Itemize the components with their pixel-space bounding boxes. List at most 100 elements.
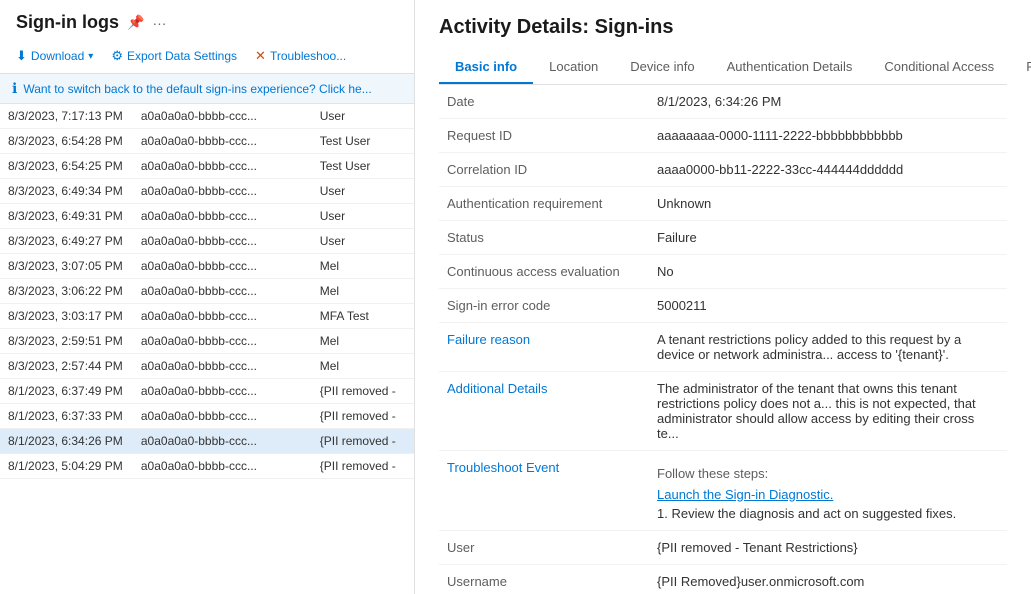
dropdown-arrow-icon: ▾ xyxy=(88,51,93,62)
log-date: 8/1/2023, 6:37:49 PM xyxy=(0,379,133,404)
detail-value: Failure xyxy=(649,221,1007,255)
table-row[interactable]: 8/3/2023, 6:54:28 PM a0a0a0a0-bbbb-ccc..… xyxy=(0,129,414,154)
table-row[interactable]: 8/3/2023, 3:07:05 PM a0a0a0a0-bbbb-ccc..… xyxy=(0,254,414,279)
right-header: Activity Details: Sign-ins Basic infoLoc… xyxy=(415,0,1031,85)
log-date: 8/3/2023, 6:49:27 PM xyxy=(0,229,133,254)
detail-row: Troubleshoot Event Follow these steps: L… xyxy=(439,451,1007,531)
log-user: Test User xyxy=(312,129,414,154)
log-date: 8/1/2023, 6:37:33 PM xyxy=(0,404,133,429)
detail-value: Unknown xyxy=(649,187,1007,221)
detail-row: Continuous access evaluation No xyxy=(439,255,1007,289)
log-date: 8/3/2023, 6:49:31 PM xyxy=(0,204,133,229)
log-id: a0a0a0a0-bbbb-ccc... xyxy=(133,254,312,279)
log-user: User xyxy=(312,204,414,229)
table-row[interactable]: 8/3/2023, 3:03:17 PM a0a0a0a0-bbbb-ccc..… xyxy=(0,304,414,329)
log-date: 8/3/2023, 2:59:51 PM xyxy=(0,329,133,354)
log-id: a0a0a0a0-bbbb-ccc... xyxy=(133,404,312,429)
troubleshoot-button[interactable]: ✕ Troubleshoo... xyxy=(247,43,354,69)
log-id: a0a0a0a0-bbbb-ccc... xyxy=(133,279,312,304)
log-date: 8/3/2023, 6:54:28 PM xyxy=(0,129,133,154)
detail-label: Continuous access evaluation xyxy=(439,255,649,289)
table-row[interactable]: 8/3/2023, 6:54:25 PM a0a0a0a0-bbbb-ccc..… xyxy=(0,154,414,179)
detail-row: User {PII removed - Tenant Restrictions} xyxy=(439,531,1007,565)
launch-diagnostic-link[interactable]: Launch the Sign-in Diagnostic. xyxy=(657,487,999,502)
log-id: a0a0a0a0-bbbb-ccc... xyxy=(133,179,312,204)
log-id: a0a0a0a0-bbbb-ccc... xyxy=(133,229,312,254)
detail-label: Request ID xyxy=(439,119,649,153)
table-row[interactable]: 8/3/2023, 3:06:22 PM a0a0a0a0-bbbb-ccc..… xyxy=(0,279,414,304)
log-list-container: 8/3/2023, 7:17:13 PM a0a0a0a0-bbbb-ccc..… xyxy=(0,104,414,594)
download-button[interactable]: ⬇ Download ▾ xyxy=(8,43,101,69)
left-panel: Sign-in logs 📌 ··· ⬇ Download ▾ ⚙ Export… xyxy=(0,0,415,594)
log-date: 8/3/2023, 3:03:17 PM xyxy=(0,304,133,329)
tab-report-only[interactable]: Report-only xyxy=(1010,51,1031,84)
tab-conditional-access[interactable]: Conditional Access xyxy=(868,51,1010,84)
detail-value: No xyxy=(649,255,1007,289)
tab-location[interactable]: Location xyxy=(533,51,614,84)
log-id: a0a0a0a0-bbbb-ccc... xyxy=(133,354,312,379)
log-id: a0a0a0a0-bbbb-ccc... xyxy=(133,204,312,229)
table-row[interactable]: 8/3/2023, 6:49:27 PM a0a0a0a0-bbbb-ccc..… xyxy=(0,229,414,254)
log-id: a0a0a0a0-bbbb-ccc... xyxy=(133,429,312,454)
log-user: {PII removed - xyxy=(312,429,414,454)
log-id: a0a0a0a0-bbbb-ccc... xyxy=(133,129,312,154)
export-data-settings-button[interactable]: ⚙ Export Data Settings xyxy=(103,43,245,69)
table-row[interactable]: 8/1/2023, 6:37:49 PM a0a0a0a0-bbbb-ccc..… xyxy=(0,379,414,404)
log-id: a0a0a0a0-bbbb-ccc... xyxy=(133,454,312,479)
log-user: Mel xyxy=(312,329,414,354)
detail-row: Sign-in error code 5000211 xyxy=(439,289,1007,323)
log-date: 8/3/2023, 7:17:13 PM xyxy=(0,104,133,129)
log-table: 8/3/2023, 7:17:13 PM a0a0a0a0-bbbb-ccc..… xyxy=(0,104,414,479)
detail-label: Authentication requirement xyxy=(439,187,649,221)
table-row[interactable]: 8/1/2023, 6:37:33 PM a0a0a0a0-bbbb-ccc..… xyxy=(0,404,414,429)
page-title: Sign-in logs xyxy=(16,12,119,33)
tab-device-info[interactable]: Device info xyxy=(614,51,710,84)
detail-label: Correlation ID xyxy=(439,153,649,187)
log-id: a0a0a0a0-bbbb-ccc... xyxy=(133,104,312,129)
table-row[interactable]: 8/3/2023, 6:49:31 PM a0a0a0a0-bbbb-ccc..… xyxy=(0,204,414,229)
log-id: a0a0a0a0-bbbb-ccc... xyxy=(133,329,312,354)
detail-label: User xyxy=(439,531,649,565)
download-icon: ⬇ xyxy=(16,48,27,64)
tab-basic-info[interactable]: Basic info xyxy=(439,51,533,84)
detail-value: {PII Removed}user.onmicrosoft.com xyxy=(649,565,1007,594)
info-icon: ℹ xyxy=(12,80,17,97)
detail-row: Authentication requirement Unknown xyxy=(439,187,1007,221)
tab-authentication-details[interactable]: Authentication Details xyxy=(711,51,869,84)
detail-content: Date 8/1/2023, 6:34:26 PM Request ID aaa… xyxy=(415,85,1031,594)
detail-row: Status Failure xyxy=(439,221,1007,255)
detail-label: Status xyxy=(439,221,649,255)
detail-value: 8/1/2023, 6:34:26 PM xyxy=(649,85,1007,119)
table-row[interactable]: 8/3/2023, 6:49:34 PM a0a0a0a0-bbbb-ccc..… xyxy=(0,179,414,204)
log-user: Mel xyxy=(312,279,414,304)
log-id: a0a0a0a0-bbbb-ccc... xyxy=(133,379,312,404)
detail-row: Correlation ID aaaa0000-bb11-2222-33cc-4… xyxy=(439,153,1007,187)
troubleshoot-icon: ✕ xyxy=(255,48,266,64)
table-row[interactable]: 8/3/2023, 2:57:44 PM a0a0a0a0-bbbb-ccc..… xyxy=(0,354,414,379)
detail-row: Date 8/1/2023, 6:34:26 PM xyxy=(439,85,1007,119)
table-row[interactable]: 8/1/2023, 5:04:29 PM a0a0a0a0-bbbb-ccc..… xyxy=(0,454,414,479)
log-user: MFA Test xyxy=(312,304,414,329)
log-date: 8/3/2023, 6:49:34 PM xyxy=(0,179,133,204)
log-id: a0a0a0a0-bbbb-ccc... xyxy=(133,154,312,179)
detail-row: Username {PII Removed}user.onmicrosoft.c… xyxy=(439,565,1007,594)
pin-icon[interactable]: 📌 xyxy=(127,14,144,31)
detail-value: Follow these steps: Launch the Sign-in D… xyxy=(649,451,1007,531)
export-icon: ⚙ xyxy=(111,48,123,64)
log-id: a0a0a0a0-bbbb-ccc... xyxy=(133,304,312,329)
detail-value: A tenant restrictions policy added to th… xyxy=(649,323,1007,372)
log-date: 8/3/2023, 3:07:05 PM xyxy=(0,254,133,279)
log-date: 8/3/2023, 3:06:22 PM xyxy=(0,279,133,304)
log-date: 8/3/2023, 6:54:25 PM xyxy=(0,154,133,179)
detail-label: Date xyxy=(439,85,649,119)
detail-row: Failure reason A tenant restrictions pol… xyxy=(439,323,1007,372)
table-row[interactable]: 8/1/2023, 6:34:26 PM a0a0a0a0-bbbb-ccc..… xyxy=(0,429,414,454)
follow-steps-label: Follow these steps: xyxy=(657,466,999,481)
detail-value: aaaaaaaa-0000-1111-2222-bbbbbbbbbbbb xyxy=(649,119,1007,153)
detail-value: The administrator of the tenant that own… xyxy=(649,372,1007,451)
tabs: Basic infoLocationDevice infoAuthenticat… xyxy=(439,51,1007,85)
log-user: {PII removed - xyxy=(312,379,414,404)
table-row[interactable]: 8/3/2023, 2:59:51 PM a0a0a0a0-bbbb-ccc..… xyxy=(0,329,414,354)
more-options-icon[interactable]: ··· xyxy=(152,15,166,31)
table-row[interactable]: 8/3/2023, 7:17:13 PM a0a0a0a0-bbbb-ccc..… xyxy=(0,104,414,129)
